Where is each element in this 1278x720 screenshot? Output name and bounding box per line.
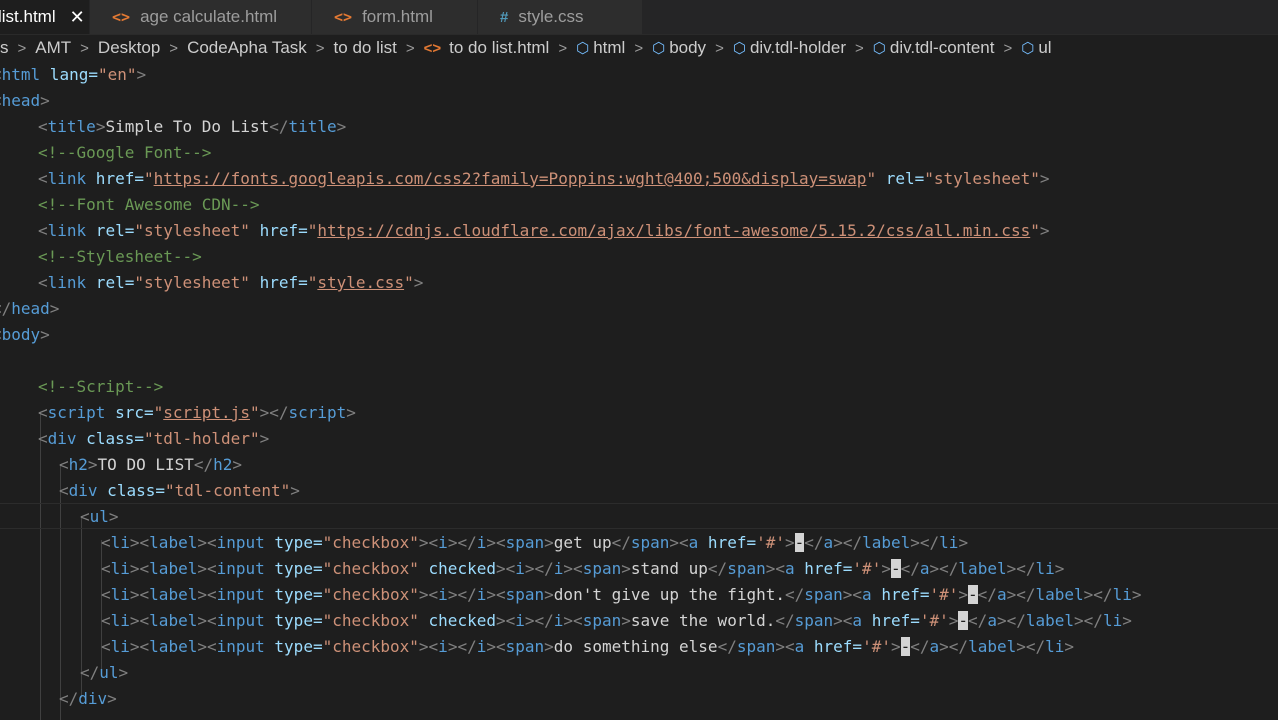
code-line-list-item: <li><label><input type="checkbox"><i></i… [101, 585, 1142, 604]
breadcrumb-item[interactable]: AMT [35, 38, 71, 58]
code-line: <head> [0, 91, 50, 110]
tab-label: style.css [518, 7, 584, 26]
text-cursor-block: - [958, 611, 969, 630]
code-link[interactable]: https://cdnjs.cloudflare.com/ajax/libs/f… [317, 221, 1030, 240]
tab-to-do-list-html[interactable]: list.html ✕ [0, 0, 90, 34]
tab-age-calculate-html[interactable]: <> age calculate.html [90, 0, 312, 34]
text-cursor-block: - [794, 533, 805, 552]
code-comment: <!--Stylesheet--> [38, 247, 202, 266]
element-icon: ⬡ [652, 40, 666, 57]
breadcrumb: s > AMT > Desktop > CodeApha Task > to d… [0, 35, 1278, 61]
text-cursor-block: - [968, 585, 978, 604]
html-file-icon: <> [112, 8, 131, 26]
code-line: <div class="tdl-holder"> [38, 429, 270, 448]
code-line: </div> [59, 689, 117, 708]
code-link[interactable]: script.js [163, 403, 250, 422]
chevron-right-icon: > [634, 39, 644, 57]
code-comment: <!--Script--> [38, 377, 164, 396]
breadcrumb-item[interactable]: html [593, 38, 625, 58]
code-link[interactable]: https://fonts.googleapis.com/css2?family… [154, 169, 867, 188]
html-file-icon: <> [423, 39, 442, 57]
indent-guide [40, 412, 41, 720]
code-line: <link href="https://fonts.googleapis.com… [38, 169, 1050, 188]
chevron-right-icon: > [558, 39, 568, 57]
code-line-list-item: <li><label><input type="checkbox" checke… [101, 559, 1065, 578]
code-line: <ul> [80, 507, 119, 526]
breadcrumb-item[interactable]: to do list [334, 38, 397, 58]
element-icon: ⬡ [576, 40, 590, 57]
code-line: <title>Simple To Do List</title> [38, 117, 347, 136]
code-line: <div class="tdl-content"> [59, 481, 300, 500]
code-line-list-item: <li><label><input type="checkbox"><i></i… [101, 637, 1075, 656]
code-comment: <!--Google Font--> [38, 143, 212, 162]
tab-style-css[interactable]: # style.css [478, 0, 643, 34]
code-line: <link rel="stylesheet" href="https://cdn… [38, 221, 1050, 240]
element-icon: ⬡ [732, 40, 746, 57]
code-line: </head> [0, 299, 60, 318]
tab-label: form.html [362, 7, 433, 26]
tab-label: list.html [0, 7, 56, 26]
code-link[interactable]: style.css [317, 273, 404, 292]
element-icon: ⬡ [1021, 40, 1035, 57]
breadcrumb-item[interactable]: div.tdl-holder [750, 38, 846, 58]
breadcrumb-item[interactable]: body [669, 38, 706, 58]
chevron-right-icon: > [715, 39, 724, 57]
chevron-right-icon: > [405, 39, 415, 57]
close-tab-icon[interactable]: ✕ [70, 7, 85, 28]
code-line: </ul> [80, 663, 129, 682]
text-cursor-block: - [890, 559, 901, 578]
chevron-right-icon: > [169, 39, 179, 57]
chevron-right-icon: > [855, 39, 864, 57]
code-comment: <!--Font Awesome CDN--> [38, 195, 260, 214]
code-line: <body> [0, 325, 50, 344]
tab-label: age calculate.html [140, 7, 278, 26]
css-file-icon: # [500, 8, 509, 26]
breadcrumb-item[interactable]: s [0, 38, 9, 58]
chevron-right-icon: > [17, 39, 27, 57]
chevron-right-icon: > [80, 39, 89, 57]
code-line-list-item: <li><label><input type="checkbox"><i></i… [101, 533, 969, 552]
element-icon: ⬡ [872, 40, 886, 57]
breadcrumb-item[interactable]: to do list.html [449, 38, 549, 58]
breadcrumb-item[interactable]: ul [1038, 38, 1051, 58]
code-line: <h2>TO DO LIST</h2> [59, 455, 243, 474]
breadcrumb-item[interactable]: div.tdl-content [890, 38, 995, 58]
html-file-icon: <> [334, 8, 353, 26]
code-editor[interactable]: <html lang="en"> <head> <title>Simple To… [0, 62, 1278, 720]
editor-tab-bar: list.html ✕ <> age calculate.html <> for… [0, 0, 1278, 35]
code-line: <link rel="stylesheet" href="style.css"> [38, 273, 424, 292]
code-line-list-item: <li><label><input type="checkbox" checke… [101, 611, 1132, 630]
code-line: <html lang="en"> [0, 65, 147, 84]
breadcrumb-item[interactable]: CodeApha Task [187, 38, 307, 58]
text-cursor-block: - [900, 637, 911, 656]
code-line: <script src="script.js"></script> [38, 403, 356, 422]
chevron-right-icon: > [315, 39, 325, 57]
chevron-right-icon: > [1003, 39, 1013, 57]
tab-form-html[interactable]: <> form.html [312, 0, 478, 34]
breadcrumb-item[interactable]: Desktop [98, 38, 160, 58]
